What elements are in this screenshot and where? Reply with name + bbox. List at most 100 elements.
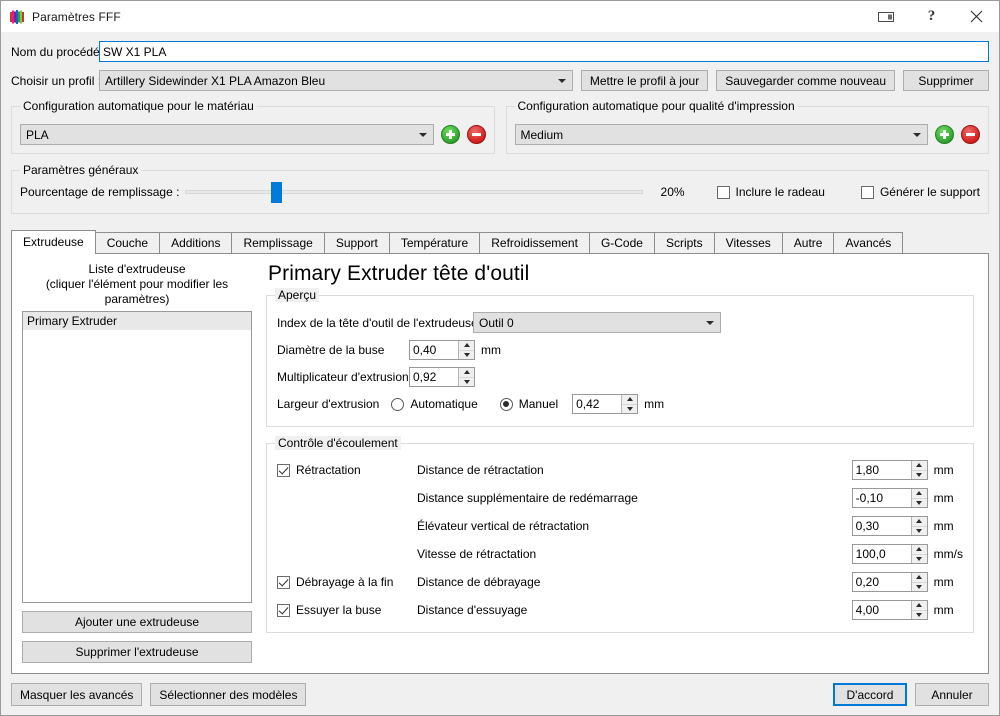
stepper-up-button[interactable]	[911, 601, 927, 611]
wipe-nozzle-checkbox[interactable]: Essuyer la buse	[277, 603, 417, 617]
stepper-up-button[interactable]	[459, 368, 474, 378]
remove-material-button[interactable]	[466, 125, 486, 144]
extrusion-multiplier-stepper[interactable]: 0,92	[409, 367, 475, 387]
toolhead-index-row: Index de la tête d'outil de l'extrudeuse…	[277, 312, 963, 333]
tab-scripts[interactable]: Scripts	[653, 232, 715, 253]
wipe-distance-stepper[interactable]: 4,00	[851, 600, 928, 620]
extruder-list-pane: Liste d'extrudeuse (cliquer l'élément po…	[12, 254, 262, 673]
retraction-distance-stepper[interactable]: 1,80	[851, 460, 928, 480]
extrusion-width-auto-radio[interactable]: Automatique	[391, 397, 478, 411]
stepper-buttons	[458, 368, 474, 386]
add-quality-button[interactable]	[935, 125, 954, 144]
restore-window-button[interactable]	[864, 1, 909, 32]
stepper-up-button[interactable]	[911, 545, 927, 555]
retraction-distance-value[interactable]: 1,80	[853, 461, 911, 479]
retraction-speed-label: Vitesse de rétractation	[417, 547, 537, 561]
tab-couche[interactable]: Couche	[94, 232, 161, 253]
stepper-down-button[interactable]	[459, 351, 474, 360]
retraction-speed-value[interactable]: 100,0	[853, 545, 911, 563]
extrusion-multiplier-value[interactable]: 0,92	[410, 368, 458, 386]
profile-selected-value: Artillery Sidewinder X1 PLA Amazon Bleu	[105, 73, 326, 88]
retraction-distance-label: Distance de rétractation	[417, 463, 544, 477]
stepper-up-button[interactable]	[622, 395, 638, 405]
extrusion-width-manual-radio[interactable]: Manuel	[499, 397, 558, 411]
quality-select[interactable]: Medium	[514, 124, 928, 145]
stepper-up-button[interactable]	[911, 517, 927, 527]
nozzle-diameter-stepper[interactable]: 0,40	[409, 340, 475, 360]
wipe-nozzle-label: Essuyer la buse	[296, 603, 382, 617]
tab-support[interactable]: Support	[323, 232, 390, 253]
profile-select[interactable]: Artillery Sidewinder X1 PLA Amazon Bleu	[99, 70, 573, 91]
tab-vitesses[interactable]: Vitesses	[713, 232, 783, 253]
vertical-lift-unit: mm	[933, 519, 954, 533]
coast-at-end-checkbox[interactable]: Débrayage à la fin	[277, 575, 417, 589]
extruder-listbox[interactable]: Primary Extruder	[22, 311, 252, 603]
remove-quality-button[interactable]	[961, 125, 980, 144]
hide-advanced-button[interactable]: Masquer les avancés	[11, 683, 143, 706]
material-select[interactable]: PLA	[20, 124, 434, 145]
stepper-down-button[interactable]	[459, 378, 474, 387]
tab-g-code[interactable]: G-Code	[588, 232, 655, 253]
tab-autre[interactable]: Autre	[781, 232, 835, 253]
add-extruder-button[interactable]: Ajouter une extrudeuse	[22, 611, 252, 633]
vertical-lift-value[interactable]: 0,30	[853, 517, 911, 535]
retraction-checkbox[interactable]: Rétractation	[277, 463, 417, 477]
extruder-list-caption: Liste d'extrudeuse (cliquer l'élément po…	[22, 262, 252, 307]
stepper-up-button[interactable]	[911, 461, 927, 471]
cancel-button[interactable]: Annuler	[915, 683, 989, 706]
tab-refroidissement[interactable]: Refroidissement	[479, 232, 590, 253]
remove-extruder-button[interactable]: Supprimer l'extrudeuse	[22, 641, 252, 663]
stepper-down-button[interactable]	[912, 499, 927, 508]
extrusion-width-value[interactable]: 0,42	[573, 395, 621, 413]
stepper-down-button[interactable]	[912, 583, 927, 592]
stepper-down-button[interactable]	[912, 471, 927, 480]
extrusion-width-stepper[interactable]: 0,42	[572, 394, 639, 414]
quality-autoconfig-row: Medium	[514, 124, 980, 145]
tab-remplissage[interactable]: Remplissage	[231, 232, 325, 253]
caret-down-icon	[916, 472, 923, 477]
process-name-input[interactable]	[99, 41, 989, 62]
caret-up-icon	[916, 603, 923, 608]
coasting-distance-stepper[interactable]: 0,20	[851, 572, 928, 592]
radio-dot	[499, 397, 513, 411]
stepper-down-button[interactable]	[912, 611, 927, 620]
add-material-button[interactable]	[440, 125, 460, 144]
coast-at-end-label: Débrayage à la fin	[296, 575, 394, 589]
retraction-speed-stepper[interactable]: 100,0	[851, 544, 928, 564]
tab-temp-rature[interactable]: Température	[388, 232, 481, 253]
stepper-down-button[interactable]	[622, 405, 637, 414]
quality-autoconfig-group: Configuration automatique pour qualité d…	[505, 99, 989, 154]
delete-profile-button[interactable]: Supprimer	[903, 70, 989, 91]
flow-control-group: Contrôle d'écoulement Rétractation Dista…	[266, 436, 974, 633]
overview-group-title: Aperçu	[275, 288, 320, 302]
close-button[interactable]	[954, 1, 999, 32]
extra-restart-distance-value[interactable]: -0,10	[853, 489, 911, 507]
toolhead-index-select[interactable]: Outil 0	[473, 312, 721, 333]
save-as-new-button[interactable]: Sauvegarder comme nouveau	[716, 70, 895, 91]
stepper-up-button[interactable]	[911, 489, 927, 499]
nozzle-diameter-value[interactable]: 0,40	[410, 341, 458, 359]
help-button[interactable]: ?	[909, 1, 954, 32]
generate-support-checkbox[interactable]: Générer le support	[860, 185, 980, 199]
include-raft-checkbox[interactable]: Inclure le radeau	[716, 185, 825, 199]
wipe-distance-label: Distance d'essuyage	[417, 603, 528, 617]
ok-button[interactable]: D'accord	[833, 683, 907, 706]
infill-slider-thumb[interactable]	[271, 181, 283, 203]
tab-extrudeuse[interactable]: Extrudeuse	[11, 230, 96, 254]
extra-restart-distance-stepper[interactable]: -0,10	[851, 488, 928, 508]
stepper-up-button[interactable]	[459, 341, 474, 351]
infill-slider[interactable]	[185, 181, 643, 203]
vertical-lift-stepper[interactable]: 0,30	[851, 516, 928, 536]
stepper-up-button[interactable]	[911, 573, 927, 583]
select-models-button[interactable]: Sélectionner des modèles	[150, 683, 307, 706]
stepper-down-button[interactable]	[912, 555, 927, 564]
caret-down-icon	[916, 584, 923, 589]
tab-avanc-s[interactable]: Avancés	[833, 232, 904, 253]
list-item[interactable]: Primary Extruder	[23, 312, 251, 330]
wipe-distance-value[interactable]: 4,00	[853, 601, 911, 619]
profile-label: Choisir un profil :	[11, 73, 102, 88]
update-profile-button[interactable]: Mettre le profil à jour	[580, 70, 709, 91]
tab-additions[interactable]: Additions	[159, 232, 233, 253]
stepper-down-button[interactable]	[912, 527, 927, 536]
coasting-distance-value[interactable]: 0,20	[853, 573, 911, 591]
